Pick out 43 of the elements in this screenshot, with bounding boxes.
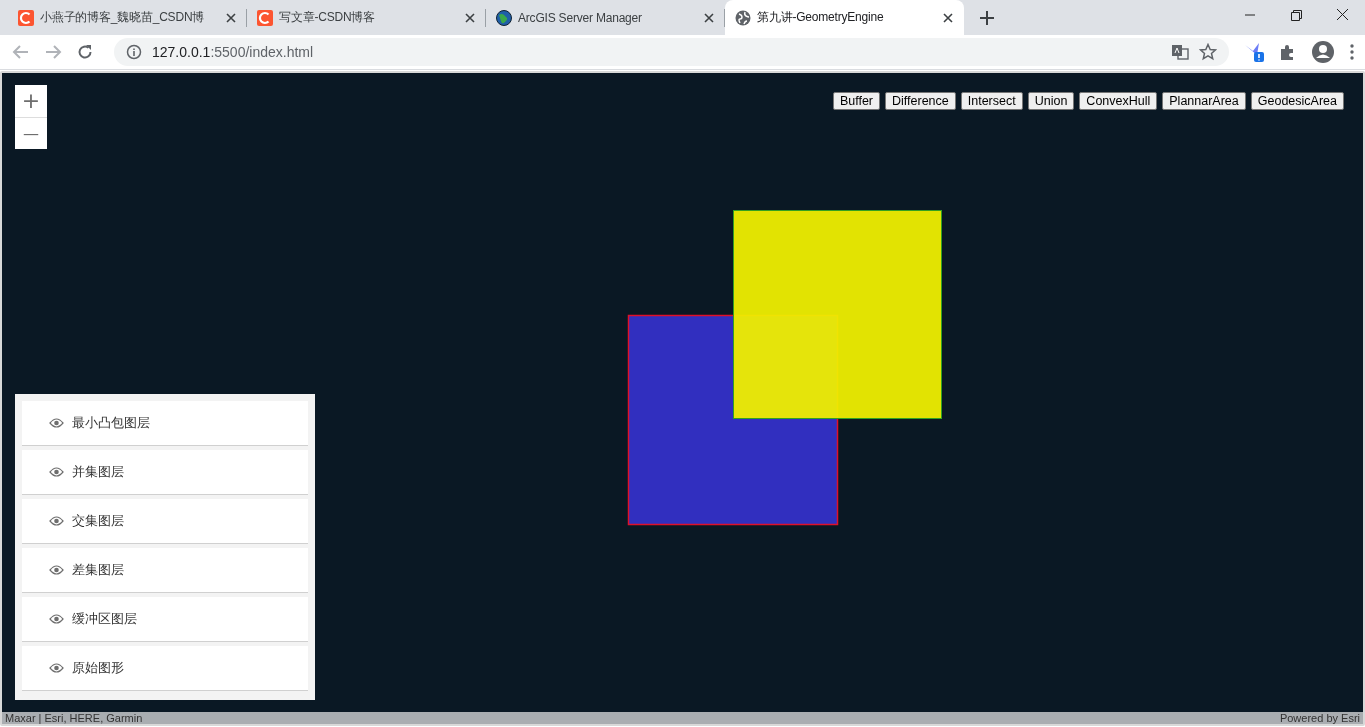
browser-tab[interactable]: 写文章-CSDN博客 (247, 0, 486, 35)
tool-button[interactable]: Buffer (832, 92, 880, 110)
translate-icon[interactable] (1171, 43, 1189, 61)
globe-icon (496, 9, 512, 26)
tool-button[interactable]: Difference (885, 92, 956, 110)
info-icon[interactable] (126, 44, 142, 60)
layer-item[interactable]: 交集图层 (22, 499, 308, 544)
tool-button[interactable]: Union (1027, 92, 1075, 110)
layer-item[interactable]: 差集图层 (22, 548, 308, 593)
menu-icon[interactable] (1349, 43, 1355, 61)
eye-icon[interactable] (49, 516, 64, 526)
layer-title: 差集图层 (72, 561, 124, 579)
layer-title: 并集图层 (72, 463, 124, 481)
attribution-text: Maxar | Esri, HERE, Garmin (5, 712, 143, 724)
eye-icon[interactable] (49, 663, 64, 673)
browser-tab[interactable]: 第九讲-GeometryEngine (725, 0, 964, 35)
layer-item[interactable]: 缓冲区图层 (22, 597, 308, 642)
browser-tab[interactable]: 小燕子的博客_魏晓苗_CSDN博 (8, 0, 247, 35)
layer-item[interactable]: 并集图层 (22, 450, 308, 495)
tool-button[interactable]: ConvexHull (1079, 92, 1158, 110)
eye-icon[interactable] (49, 467, 64, 477)
eye-icon[interactable] (49, 565, 64, 575)
letter-c-icon (257, 9, 273, 26)
layer-item[interactable]: 原始图形 (22, 646, 308, 691)
reload-icon[interactable] (76, 43, 94, 61)
eye-icon[interactable] (49, 614, 64, 624)
browser-tab[interactable]: ArcGIS Server Manager (486, 0, 725, 35)
layer-title: 原始图形 (72, 659, 124, 677)
powered-by-text: Powered by Esri (1279, 712, 1360, 724)
layer-title: 最小凸包图层 (72, 414, 150, 432)
tool-button[interactable]: PlannarArea (1162, 92, 1246, 110)
tool-button[interactable]: GeodesicArea (1250, 92, 1344, 110)
layer-title: 缓冲区图层 (72, 610, 137, 628)
star-icon[interactable] (1199, 43, 1217, 61)
new-tab-icon[interactable] (978, 9, 996, 27)
eye-icon[interactable] (49, 418, 64, 428)
layer-title: 交集图层 (72, 512, 124, 530)
profile-icon[interactable] (1311, 40, 1335, 64)
address-field[interactable]: 127.0.0.1:5500/index.html (152, 44, 314, 60)
globe-icon (735, 9, 751, 26)
tool-button[interactable]: Intersect (960, 92, 1023, 110)
letter-c-icon (18, 9, 34, 26)
layer-item[interactable]: 最小凸包图层 (22, 401, 308, 446)
